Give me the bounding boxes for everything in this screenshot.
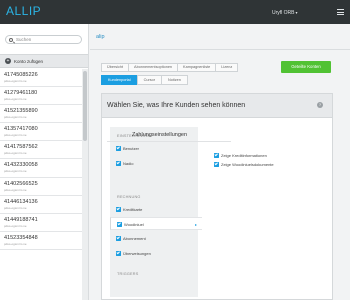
account-number: 41449188741 [4,216,38,223]
account-item[interactable]: 41402566525 pdus-ogsmrm.ne [0,178,82,196]
account-item[interactable]: 41449188741 pdus-ogsmrm.ne [0,214,82,232]
search-input[interactable] [16,36,80,43]
search-box[interactable] [5,35,82,44]
account-subtitle: pdus-ogsmrm.ne [4,241,27,246]
account-subtitle: pdus-ogsmrm.ne [4,169,27,174]
account-subtitle: pdus-ogsmrm.ne [4,205,27,210]
account-item[interactable]: 41523354848 pdus-ogsmrm.ne [0,232,82,250]
help-icon[interactable]: ? [317,102,323,108]
account-subtitle: pdus-ogsmrm.ne [4,187,27,192]
shared-accounts-button[interactable]: Geteilte Konten [281,61,331,73]
account-item[interactable]: 41279461180 pdus-ogsmrm.ne [0,87,82,106]
nav-item-woodiniuel[interactable]: Woodiniuel ▸ [110,217,202,230]
search-icon [9,37,13,42]
account-number: 41402566525 [4,180,38,187]
checkbox[interactable] [116,161,121,166]
checkbox[interactable] [214,153,219,158]
account-subtitle: pdus-ogsmrm.ne [4,223,27,228]
account-sidebar: + Konto zufügen 41745085226pdus-ogsmrm.n… [0,24,89,300]
account-number: 41446134136 [4,198,38,205]
account-item[interactable]: 41357417080 pdus-ogsmrm.ne [0,123,82,142]
account-item[interactable]: 41521355890 pdus-ogsmrm.ne [0,105,82,124]
tab-subscription-options[interactable]: Abonnementsoptionen [128,63,179,72]
account-number: 41745085226 [4,72,38,78]
hamburger-menu-icon[interactable] [337,9,344,16]
divider [107,141,231,142]
checkbox[interactable] [116,236,121,241]
nav-item-label: Woodiniuel [124,222,144,227]
account-number: 41432330058 [4,162,38,169]
nav-item-transfers[interactable]: Überweisungen [110,247,198,260]
user-name: Uryfl ORB [272,10,295,16]
settings-nav: EINSTELLUNGEN Benutzer Nadio RECHNUNG Kr… [110,127,202,297]
account-subtitle: pdus-ogsmrm.ne [4,97,27,102]
tab-cursor[interactable]: Cursor [136,75,162,85]
add-account-button[interactable]: + Konto zufügen [0,54,88,68]
chevron-down-icon: ▾ [295,10,298,15]
nav-item-label: Benutzer [123,146,140,151]
divider [90,49,350,50]
add-account-label: Konto zufügen [14,59,44,64]
account-item[interactable]: 41432330058 pdus-ogsmrm.ne [0,159,82,178]
tab-customer-portal[interactable]: Kundenportal [101,75,138,85]
tab-license[interactable]: Lizenz [215,63,239,72]
account-item[interactable]: 41745085226 pdus-ogsmrm.ne [0,69,82,88]
breadcrumb[interactable]: alip [96,34,105,40]
account-number: 41523354848 [4,234,38,241]
account-number: 41521355890 [4,108,38,115]
secondary-tabs: Kundenportal Cursor Notizen [101,75,188,85]
account-number: 41357417080 [4,126,38,133]
account-subtitle: pdus-ogsmrm.ne [4,79,27,83]
tab-campaign-list[interactable]: Kampagnenliste [177,63,217,72]
checkbox[interactable] [214,162,219,167]
nav-item-users[interactable]: Benutzer [110,142,198,155]
plus-icon: + [5,58,11,64]
account-number: 41279461180 [4,90,38,97]
account-number: 41417587562 [4,144,38,151]
account-list: 41745085226 pdus-ogsmrm.ne 41279461180 pdu… [0,69,82,250]
account-subtitle: pdus-ogsmrm.ne [4,151,27,156]
arrow-right-icon: ▸ [195,222,198,227]
scrollbar-thumb[interactable] [83,71,87,141]
app-logo[interactable]: ALLIP [6,4,41,18]
account-item[interactable]: 41446134136 pdus-ogsmrm.ne [0,196,82,214]
tab-overview[interactable]: Übersicht [101,63,130,72]
section-label-triggers: TRIGGERS [117,272,139,276]
tab-notes[interactable]: Notizen [161,75,188,85]
sidebar-scrollbar[interactable] [82,69,88,300]
checkbox[interactable] [116,146,121,151]
checkbox[interactable] [116,251,121,256]
nav-item-label: Kreditkarte [123,207,143,212]
account-subtitle: pdus-ogsmrm.ne [4,133,27,138]
nav-item-label: Nadio [123,161,134,166]
primary-tabs: Übersicht Abonnementsoptionen Kampagnenl… [101,63,239,72]
nav-item-credit-card[interactable]: Kreditkarte [110,203,198,216]
user-menu[interactable]: Uryfl ORB▾ [272,10,298,16]
nav-item-subscription[interactable]: Abonnement [110,232,198,245]
account-subtitle: pdus-ogsmrm.ne [4,115,27,120]
content-title: Zahlungseinstellungen [132,132,188,138]
settings-panel: Wählen Sie, was Ihre Kunden sehen können… [101,93,333,300]
section-label-billing: RECHNUNG [117,195,141,199]
nav-item-label: Abonnement [123,236,146,241]
nav-item-label: Überweisungen [123,251,151,256]
panel-header: Wählen Sie, was Ihre Kunden sehen können… [102,94,332,118]
checkbox[interactable] [116,207,121,212]
checkbox[interactable] [117,222,122,227]
top-bar: ALLIP Uryfl ORB▾ [0,0,350,24]
option-label: Zeige Kreditinformationen [221,153,267,158]
option-label: Zeige Woodiniuelsdokumente [221,162,274,167]
panel-title: Wählen Sie, was Ihre Kunden sehen können [107,102,246,109]
nav-item-nadio[interactable]: Nadio [110,157,198,170]
account-item[interactable]: 41417587562 pdus-ogsmrm.ne [0,141,82,160]
